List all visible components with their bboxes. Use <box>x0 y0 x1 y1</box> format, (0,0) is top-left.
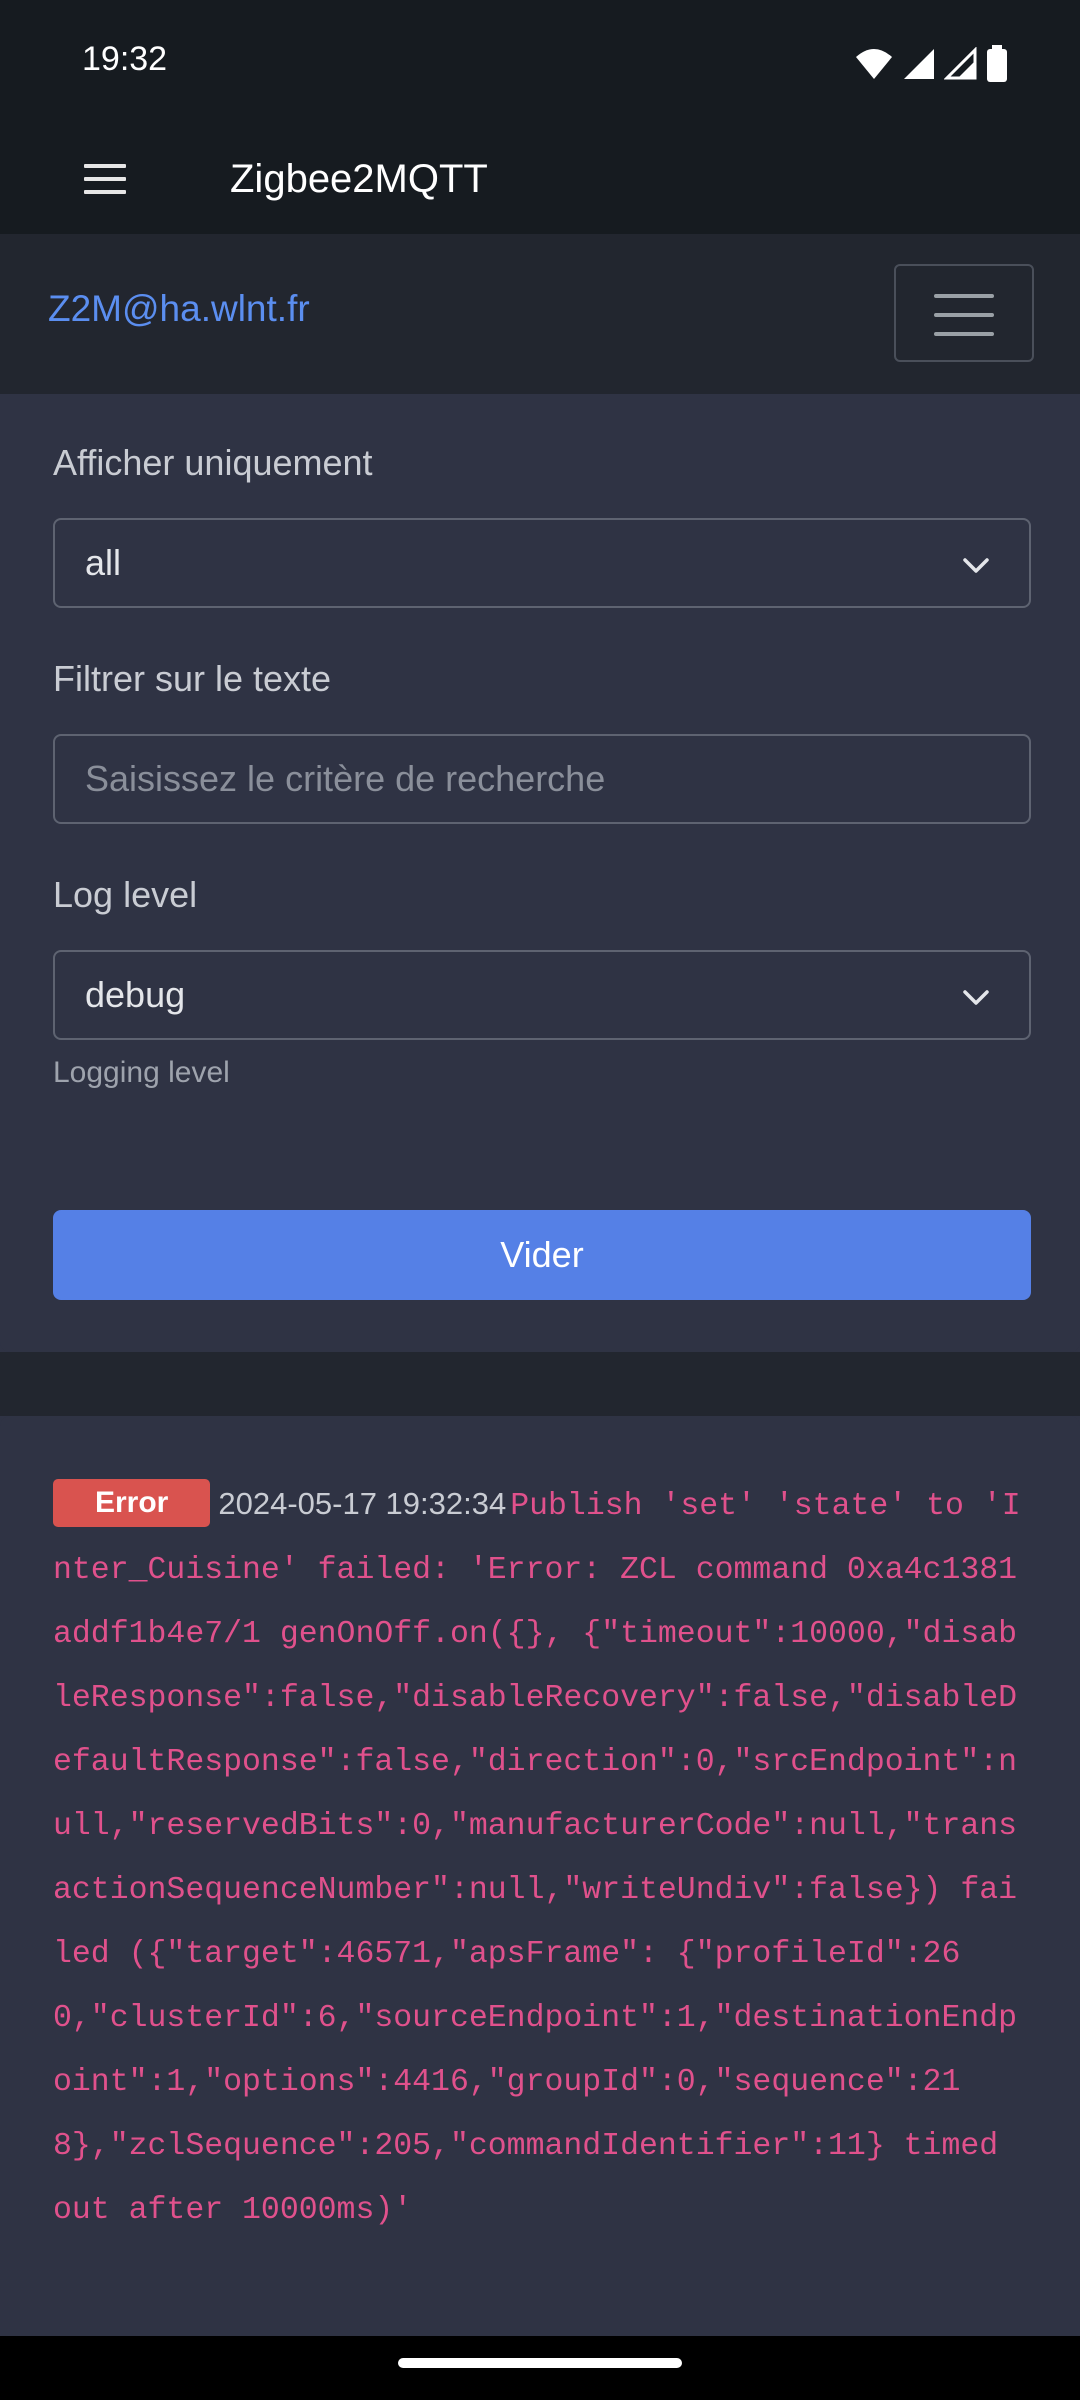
log-message: Publish 'set' 'state' to 'Inter_Cuisine'… <box>53 1489 1021 2228</box>
status-bar: 19:32 <box>0 0 1080 128</box>
app-bar: Zigbee2MQTT <box>0 128 1080 234</box>
text-filter-label: Filtrer sur le texte <box>53 658 332 699</box>
home-indicator[interactable] <box>398 2358 682 2368</box>
menu-icon[interactable] <box>84 164 126 196</box>
hamburger-icon <box>934 294 994 298</box>
navbar-toggle-button[interactable] <box>894 264 1034 362</box>
log-card: Error 2024-05-17 19:32:34 Publish 'set' 's… <box>0 1416 1080 2336</box>
signal-icon <box>904 49 934 79</box>
app-title: Zigbee2MQTT <box>230 157 488 201</box>
battery-icon <box>987 45 1007 82</box>
error-badge: Error <box>53 1479 211 1527</box>
filter-card: Afficher uniquement all Filtrer sur le t… <box>0 394 1080 1352</box>
log-level-help: Logging level <box>53 1056 230 1089</box>
system-nav-bar <box>0 2336 1080 2400</box>
chevron-down-icon <box>963 990 989 1005</box>
status-icons <box>854 44 1008 84</box>
chevron-down-icon <box>963 558 989 573</box>
log-level-value: debug <box>85 974 186 1015</box>
status-time: 19:32 <box>82 40 168 78</box>
log-entry: Error 2024-05-17 19:32:34 Publish 'set' 's… <box>53 1472 1033 2243</box>
section-divider <box>0 1352 1080 1416</box>
navbar: Z2M@ha.wlnt.fr <box>0 234 1080 394</box>
brand-link[interactable]: Z2M@ha.wlnt.fr <box>48 288 310 330</box>
log-level-label: Log level <box>53 874 198 915</box>
log-level-select[interactable]: debug <box>53 950 1031 1040</box>
wifi-icon <box>856 49 892 79</box>
show-only-select[interactable]: all <box>53 518 1031 608</box>
search-input[interactable] <box>53 734 1031 824</box>
show-only-label: Afficher uniquement <box>53 442 373 483</box>
signal-outline-icon <box>944 47 977 80</box>
log-timestamp: 2024-05-17 19:32:34 <box>218 1486 507 1521</box>
show-only-value: all <box>85 542 122 583</box>
clear-button[interactable]: Vider <box>53 1210 1031 1300</box>
